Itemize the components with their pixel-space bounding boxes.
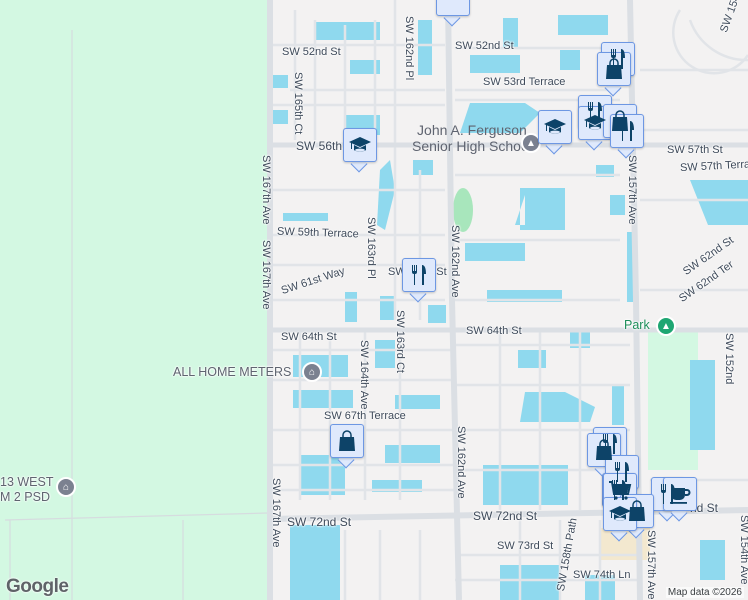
restaurant-marker[interactable] [610, 114, 644, 159]
restaurant-marker[interactable] [402, 258, 436, 303]
shopping-bag-icon [602, 57, 626, 81]
street-label: SW 64th St [466, 325, 522, 337]
street-label: SW 162nd Pl [403, 16, 415, 81]
street-label: SW 165th Ct [292, 72, 304, 135]
street-label: SW 67th Terrace [324, 410, 406, 422]
google-logo[interactable]: Google [6, 576, 69, 598]
shopping-bag-icon [335, 429, 359, 453]
street-label: SW 163rd Ct [394, 310, 406, 373]
shopping-bag-icon [592, 438, 616, 462]
poi-label[interactable]: M 2 PSD [0, 491, 50, 504]
building-icon[interactable]: ⌂ [302, 362, 322, 382]
street-label: SW 167th Ave [260, 240, 272, 310]
street-label: SW 74th Ln [573, 569, 631, 581]
graduation-cap-icon [583, 111, 607, 135]
school-marker[interactable] [603, 497, 637, 542]
map-marker[interactable] [436, 0, 470, 27]
street-label: SW 162nd Ave [449, 225, 461, 298]
street-label: SW 167th Ave [260, 155, 272, 225]
street-label: SW 164th Ave [358, 340, 370, 410]
shopping-marker[interactable] [330, 424, 364, 469]
street-label: SW 154th Ave [738, 515, 748, 585]
street-label: SW 163rd Pl [365, 217, 377, 279]
graduation-cap-icon [348, 133, 372, 157]
school-marker[interactable] [343, 128, 377, 173]
school-name-line1: John A. Ferguson [417, 122, 527, 138]
street-label: SW 162nd Ave [455, 426, 467, 499]
building-icon[interactable]: ⌂ [56, 477, 76, 497]
street-label: SW 73rd St [497, 540, 554, 552]
shopping-marker[interactable] [597, 52, 631, 97]
street-label: SW 64th St [281, 331, 337, 343]
street-label: SW 167th Ave [270, 478, 282, 548]
park-label[interactable]: Park [624, 319, 650, 332]
poi-label[interactable]: 13 WEST [0, 476, 54, 489]
tree-icon[interactable]: ▲ [656, 316, 676, 336]
street-label: SW 52nd St [282, 46, 341, 58]
school-name-line2: Senior High School [412, 138, 532, 154]
graduation-cap-icon [608, 502, 632, 526]
school-label[interactable]: John A. Ferguson Senior High School [412, 122, 532, 154]
street-label: SW 152nd [723, 333, 735, 385]
street-label: SW 157th Ave [645, 530, 657, 600]
poi-label[interactable]: ALL HOME METERS [173, 366, 291, 379]
street-label: SW 56th [296, 139, 343, 153]
green-area [0, 0, 268, 600]
fork-knife-icon [615, 119, 639, 143]
map-attribution[interactable]: Map data ©2026 [665, 587, 744, 598]
street-label: SW 52nd St [455, 40, 514, 52]
school-marker[interactable] [538, 110, 572, 155]
coffee-cup-icon [668, 482, 692, 506]
street-label: SW 53rd Terrace [483, 76, 566, 88]
street-label: SW 72nd St [473, 509, 538, 523]
cafe-marker[interactable] [663, 477, 697, 522]
fork-knife-icon [407, 263, 431, 287]
street-label: SW 157th Ave [626, 155, 638, 225]
graduation-cap-icon [543, 115, 567, 139]
street-label: SW 57th St [667, 144, 723, 156]
street-label: SW 72nd St [287, 515, 352, 529]
